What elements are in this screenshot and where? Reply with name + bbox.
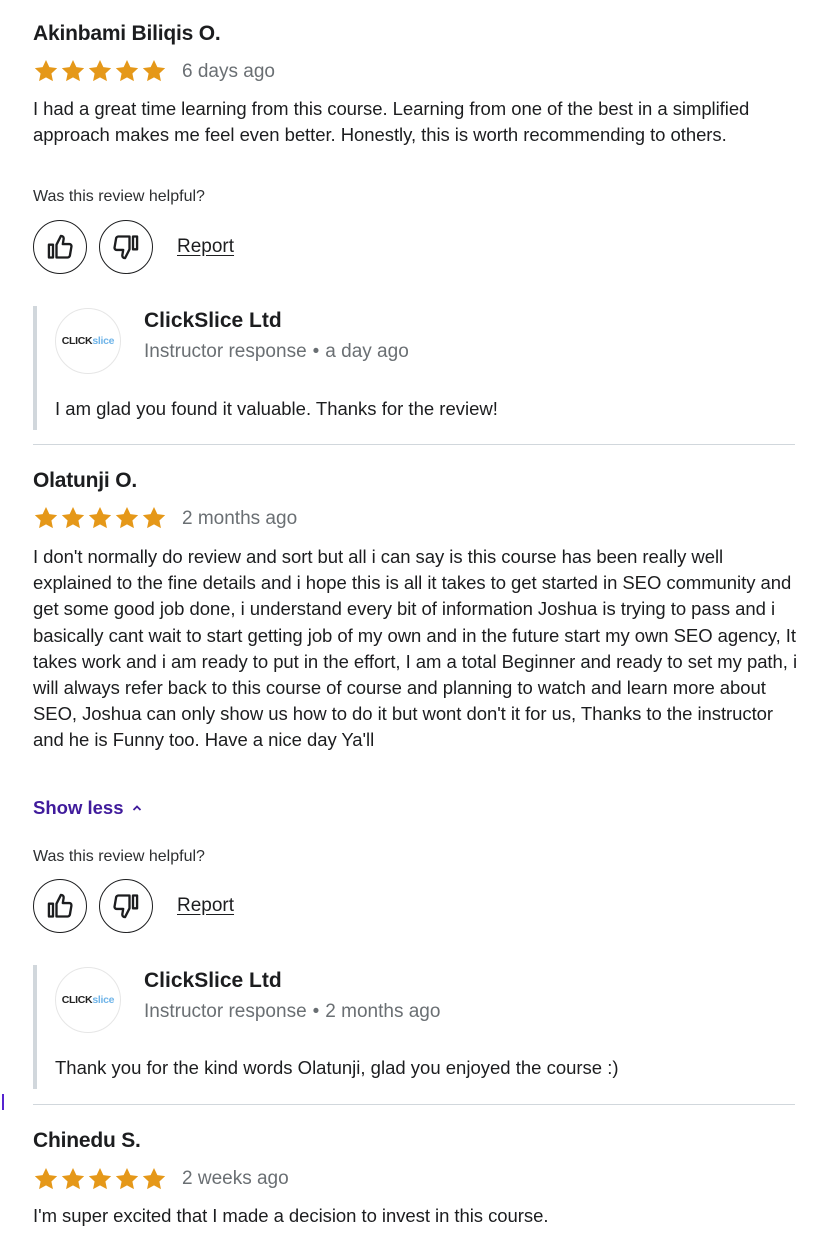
star-rating <box>33 1166 167 1192</box>
chevron-up-icon <box>133 805 142 811</box>
focus-marker <box>2 1094 4 1110</box>
star-icon <box>115 59 139 82</box>
logo-text-click: CLICK <box>61 335 93 347</box>
logo-text-slice: slice <box>92 335 115 347</box>
star-icon <box>34 1167 58 1190</box>
star-icon <box>142 59 166 82</box>
reviewer-name: Akinbami Biliqis O. <box>33 22 221 45</box>
star-icon <box>61 1167 85 1190</box>
response-text: I am glad you found it valuable. Thanks … <box>55 398 498 419</box>
instructor-avatar: CLICK slice <box>55 967 121 1033</box>
star-icon <box>88 1167 112 1190</box>
response-role: Instructor response <box>144 1001 307 1022</box>
show-less-label: Show less <box>33 797 124 818</box>
review-text: I'm super excited that I made a decision… <box>33 1205 549 1226</box>
response-role: Instructor response <box>144 341 307 362</box>
star-rating <box>33 58 167 84</box>
review-divider <box>33 1104 795 1105</box>
star-icon <box>61 59 85 82</box>
response-indent-bar <box>33 965 37 1089</box>
thumbs-up-icon <box>47 893 73 918</box>
review-divider <box>33 444 795 445</box>
thumbs-down-icon <box>113 235 139 260</box>
star-icon <box>61 506 85 529</box>
star-icon <box>142 1167 166 1190</box>
thumbs-down-icon <box>113 894 139 919</box>
helpful-prompt: Was this review helpful? <box>33 188 205 205</box>
instructor-avatar: CLICK slice <box>55 308 121 374</box>
helpful-prompt: Was this review helpful? <box>33 848 205 865</box>
thumbs-down-button[interactable] <box>99 220 153 274</box>
thumbs-up-button[interactable] <box>33 220 87 274</box>
report-link[interactable]: Report <box>177 895 234 917</box>
response-indent-bar <box>33 306 37 430</box>
response-text: Thank you for the kind words Olatunji, g… <box>55 1057 619 1078</box>
response-meta: Instructor response • a day ago <box>144 341 409 363</box>
review-date: 2 weeks ago <box>182 1168 289 1189</box>
review-date: 6 days ago <box>182 61 275 82</box>
reviewer-name: Chinedu S. <box>33 1129 141 1152</box>
meta-separator: • <box>312 341 320 362</box>
star-icon <box>34 506 58 529</box>
review-text: I don't normally do review and sort but … <box>33 546 798 751</box>
thumbs-up-icon <box>47 234 73 259</box>
instructor-name: ClickSlice Ltd <box>144 969 282 992</box>
instructor-name: ClickSlice Ltd <box>144 309 282 332</box>
logo-text-click: CLICK <box>61 994 93 1006</box>
response-date: 2 months ago <box>325 1001 441 1022</box>
star-icon <box>88 59 112 82</box>
review-date: 2 months ago <box>182 508 298 529</box>
star-icon <box>115 506 139 529</box>
show-less-button[interactable]: Show less <box>33 797 143 819</box>
thumbs-down-button[interactable] <box>99 879 153 933</box>
star-icon <box>142 506 166 529</box>
star-icon <box>88 506 112 529</box>
thumbs-up-button[interactable] <box>33 879 87 933</box>
review-text: I had a great time learning from this co… <box>33 98 750 146</box>
star-rating <box>33 505 167 531</box>
reviewer-name: Olatunji O. <box>33 469 137 492</box>
star-icon <box>115 1167 139 1190</box>
logo-text-slice: slice <box>92 994 115 1006</box>
response-date: a day ago <box>325 341 409 362</box>
meta-separator: • <box>312 1001 320 1022</box>
report-link[interactable]: Report <box>177 236 234 258</box>
star-icon <box>34 59 58 82</box>
response-meta: Instructor response • 2 months ago <box>144 1001 440 1023</box>
